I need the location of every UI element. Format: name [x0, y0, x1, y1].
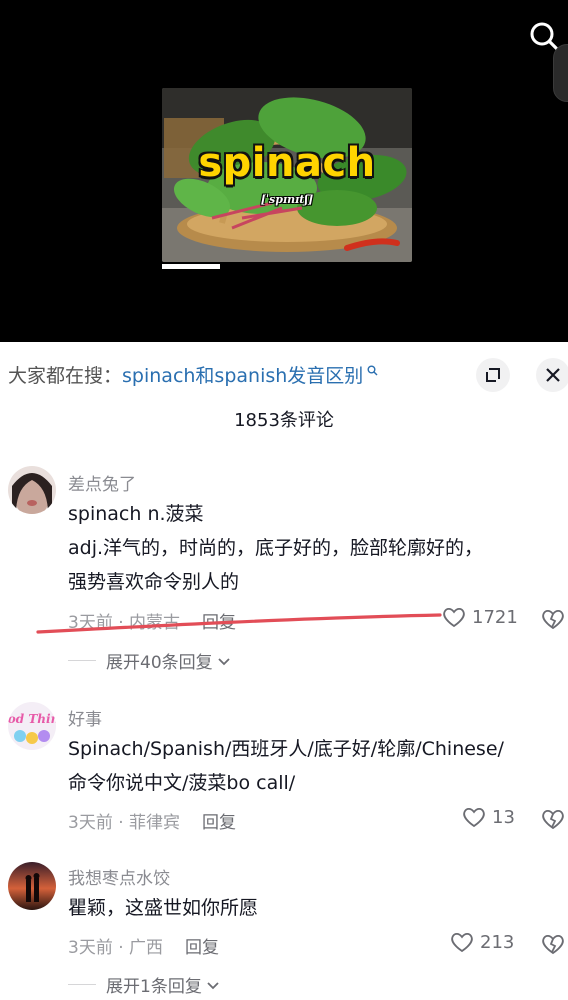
- expand-replies-button[interactable]: 展开1条回复: [68, 972, 221, 997]
- comment-text-line: adj.洋气的，时尚的，底子好的，脸部轮廓好的，: [68, 537, 484, 559]
- comment-meta: 3天前 · 广西 回复: [68, 933, 219, 958]
- comment-time-location: 3天前 · 菲律宾: [68, 813, 181, 833]
- comment-text-line: spinach n.菠菜: [68, 503, 204, 525]
- dislike-button[interactable]: [540, 807, 566, 831]
- close-icon: [546, 368, 560, 382]
- expand-replies-label: 展开1条回复: [106, 977, 202, 997]
- expand-replies-button[interactable]: 展开40条回复: [68, 648, 232, 673]
- expand-replies-label: 展开40条回复: [106, 653, 213, 673]
- like-button[interactable]: 213: [450, 931, 514, 953]
- heart-icon: [463, 807, 485, 828]
- broken-heart-icon: [542, 934, 564, 955]
- comment-time-location: 3天前 · 广西: [68, 938, 164, 958]
- avatar[interactable]: [8, 466, 56, 514]
- expand-icon: [486, 368, 500, 382]
- close-button[interactable]: [536, 358, 568, 392]
- video-thumbnail: spinach [ˈspɪnɪtʃ]: [162, 88, 412, 262]
- chevron-down-icon: [207, 981, 219, 989]
- comment-text-line: 瞿颖，这盛世如你所愿: [68, 897, 259, 919]
- avatar[interactable]: Good Things: [8, 702, 56, 750]
- expand-button[interactable]: [476, 358, 510, 392]
- video-player[interactable]: spinach [ˈspɪnɪtʃ]: [0, 0, 568, 342]
- like-count: 213: [480, 931, 515, 953]
- comments-count: 1853条评论: [234, 410, 334, 431]
- broken-heart-icon: [542, 609, 564, 630]
- side-panel-handle[interactable]: [553, 44, 568, 102]
- like-button[interactable]: 13: [462, 806, 515, 828]
- chevron-down-icon: [218, 657, 230, 665]
- reply-button[interactable]: 回复: [185, 938, 219, 958]
- comment-username[interactable]: 差点兔了: [68, 470, 136, 495]
- avatar[interactable]: [8, 862, 56, 910]
- comment-meta: 3天前 · 菲律宾 回复: [68, 808, 236, 833]
- thumbnail-phonetic: [ˈspɪnɪtʃ]: [260, 193, 314, 206]
- comment-text-line: 命令你说中文/菠菜bo call/: [68, 772, 296, 794]
- red-underline-annotation: [36, 613, 442, 634]
- comment-text-line: Spinach/Spanish/西班牙人/底子好/轮廓/Chinese/: [68, 738, 504, 760]
- trending-prefix: 大家都在搜：: [8, 365, 123, 387]
- broken-heart-icon: [542, 809, 564, 830]
- like-count: 13: [492, 806, 515, 828]
- heart-icon: [451, 932, 473, 953]
- video-progress-bar[interactable]: [162, 264, 220, 269]
- avatar-badge-text: Good Things: [8, 712, 56, 726]
- comment-username[interactable]: 好事: [68, 705, 102, 730]
- trending-query-link[interactable]: spinach和spanish发音区别: [122, 365, 363, 387]
- thumbnail-word: spinach: [198, 140, 376, 186]
- comment-username[interactable]: 我想枣点水饺: [68, 864, 170, 889]
- reply-button[interactable]: 回复: [202, 813, 236, 833]
- dislike-button[interactable]: [540, 932, 566, 956]
- search-icon: [363, 363, 378, 376]
- like-count: 1721: [472, 606, 518, 628]
- dislike-button[interactable]: [540, 607, 566, 631]
- trending-search[interactable]: 大家都在搜：spinach和spanish发音区别: [8, 362, 378, 390]
- comment-text-line: 强势喜欢命令别人的: [68, 571, 240, 593]
